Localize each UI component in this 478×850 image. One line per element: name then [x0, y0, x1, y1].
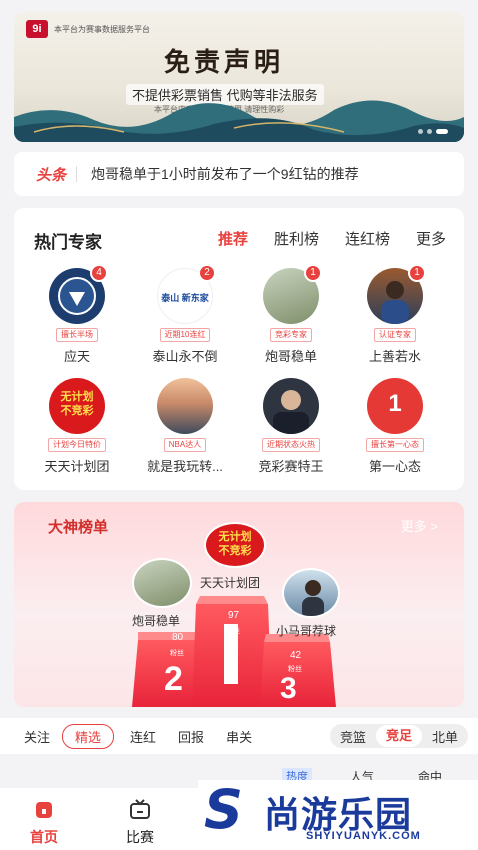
name-third: 小马哥荐球 — [276, 624, 337, 638]
filter-return[interactable]: 回报 — [178, 727, 204, 746]
expert-item[interactable]: 无计划 不竞彩 计划今日特价 天天计划团 — [32, 378, 122, 475]
sport-segment: 竞篮 竞足 北单 — [329, 724, 468, 748]
avatar-first[interactable]: 无计划 不竞彩 — [204, 522, 266, 568]
expert-tag: NBA达人 — [163, 438, 207, 452]
avatar-text: 无计划 不竞彩 — [218, 531, 252, 557]
rank-third: 3 — [280, 672, 297, 705]
count-badge: 1 — [408, 264, 426, 282]
expert-tag: 近期状态火热 — [262, 438, 320, 452]
expert-name: 上善若水 — [368, 349, 421, 364]
filter-streak[interactable]: 连红 — [130, 727, 156, 746]
expert-item[interactable]: NBA达人 就是我玩转... — [140, 378, 230, 475]
tab-recommend[interactable]: 推荐 — [218, 228, 248, 249]
filter-follow[interactable]: 关注 — [24, 727, 50, 746]
filter-parlay[interactable]: 串关 — [226, 727, 252, 746]
hot-experts-card: 热门专家 推荐 胜利榜 连红榜 更多 4 擅长半场 应天 泰山 新东家 2 近期… — [14, 208, 464, 490]
unit-first: 粉丝 — [226, 628, 240, 635]
name-second: 炮哥稳单 — [132, 614, 181, 628]
expert-name: 炮哥稳单 — [264, 349, 317, 364]
rank-second: 2 — [164, 660, 183, 698]
score-first: 97 — [228, 610, 240, 621]
avatar-third[interactable] — [282, 568, 340, 618]
avatar-text: 1 — [388, 390, 402, 417]
expert-tag: 近期10连红 — [159, 328, 211, 342]
expert-item[interactable]: 泰山 新东家 2 近期10连红 泰山永不倒 — [140, 264, 230, 365]
headline-tag: 头条 — [36, 166, 67, 184]
expert-name: 应天 — [63, 349, 90, 364]
count-badge: 4 — [90, 264, 108, 282]
expert-item[interactable]: 4 擅长半场 应天 — [32, 264, 122, 365]
expert-tag: 认证专家 — [374, 328, 416, 342]
expert-tag: 擅长第一心态 — [366, 438, 424, 452]
person-icon — [273, 390, 309, 434]
expert-name: 天天计划团 — [44, 459, 110, 474]
nav-label: 比赛 — [126, 829, 154, 845]
tab-more[interactable]: 更多 — [416, 228, 446, 249]
tab-win-rank[interactable]: 胜利榜 — [274, 228, 319, 249]
avatar: 无计划 不竞彩 — [49, 378, 105, 434]
filter-bar: 关注 精选 连红 回报 串关 竞篮 竞足 北单 — [0, 718, 478, 754]
divider — [76, 166, 78, 182]
match-icon — [130, 799, 150, 819]
home-icon — [36, 802, 52, 818]
name-first: 天天计划团 — [200, 576, 261, 590]
count-badge: 1 — [304, 264, 322, 282]
segment-basketball[interactable]: 竞篮 — [330, 727, 376, 746]
avatar-text: 无计划 不竞彩 — [60, 391, 94, 417]
segment-football[interactable]: 竞足 — [375, 725, 422, 747]
watermark-url: SHYIYUANYK.COM — [306, 830, 421, 842]
expert-tag: 竞彩专家 — [270, 328, 312, 342]
headline-text[interactable]: 炮哥稳单于1小时前发布了一个9红钻的推荐 — [91, 164, 359, 184]
score-third: 42 — [290, 650, 302, 661]
mountains-illustration — [14, 100, 464, 142]
expert-item[interactable]: 1 擅长第一心态 第一心态 — [350, 378, 440, 475]
site-watermark: S 尚游乐园 SHYIYUANYK.COM — [198, 780, 478, 850]
count-badge: 2 — [198, 264, 216, 282]
nav-label: 首页 — [30, 829, 58, 845]
banner-title: 免责声明 — [164, 48, 285, 78]
avatar-text: 泰山 新东家 — [161, 293, 209, 303]
avatar — [157, 378, 213, 434]
nav-home[interactable]: 首页 — [30, 798, 58, 847]
carousel-dots[interactable] — [418, 129, 448, 134]
segment-beidan[interactable]: 北单 — [422, 727, 468, 746]
expert-name: 泰山永不倒 — [152, 349, 218, 364]
top-ranking-card[interactable]: 大神榜单 更多 > 80 粉丝 2 97 粉丝 42 粉丝 3 无计划 不竞彩 … — [14, 502, 464, 707]
expert-name: 就是我玩转... — [147, 459, 223, 474]
expert-item[interactable]: 1 竞彩专家 炮哥稳单 — [246, 264, 336, 365]
tab-streak-rank[interactable]: 连红榜 — [345, 228, 390, 249]
nav-matches[interactable]: 比赛 — [126, 798, 154, 847]
expert-name: 第一心态 — [368, 459, 421, 474]
headline-ticker[interactable]: 头条 炮哥稳单于1小时前发布了一个9红钻的推荐 — [14, 152, 464, 196]
expert-item[interactable]: 1 认证专家 上善若水 — [350, 264, 440, 365]
expert-name: 竞彩赛特王 — [258, 459, 324, 474]
score-second: 80 — [172, 632, 184, 643]
expert-item[interactable]: 近期状态火热 竞彩赛特王 — [246, 378, 336, 475]
unit-second: 粉丝 — [170, 650, 184, 657]
avatar — [263, 378, 319, 434]
watermark-logo: S — [204, 778, 243, 841]
banner-tagline: 本平台为赛事数据服务平台 — [54, 25, 150, 34]
expert-tag: 擅长半场 — [56, 328, 98, 342]
disclaimer-banner[interactable]: 9i 本平台为赛事数据服务平台 免责声明 不提供彩票销售 代购等非法服务 本平台… — [14, 12, 464, 142]
experts-tabs: 推荐 胜利榜 连红榜 更多 — [218, 228, 446, 249]
filter-featured[interactable]: 精选 — [62, 723, 115, 749]
brand-logo: 9i — [26, 20, 48, 38]
avatar-second[interactable] — [132, 558, 192, 608]
avatar: 1 — [367, 378, 423, 434]
section-title: 热门专家 — [34, 233, 102, 252]
expert-tag: 计划今日特价 — [48, 438, 106, 452]
